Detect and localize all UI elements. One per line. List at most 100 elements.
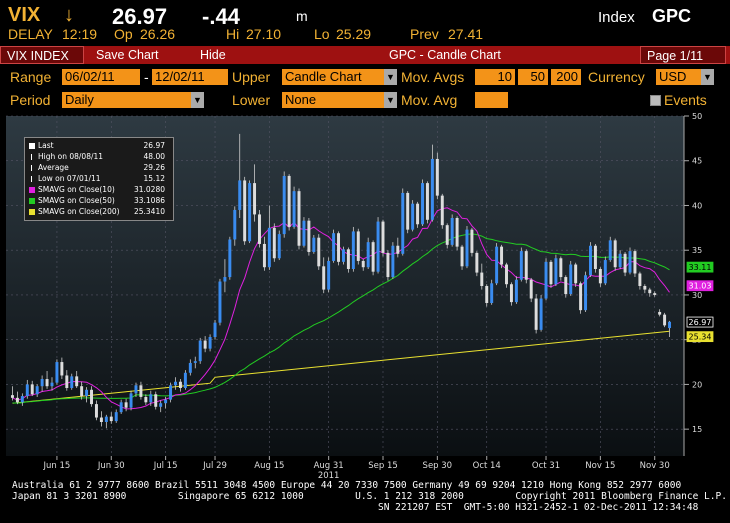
y-tick-label: 30	[692, 291, 702, 300]
candle-body	[361, 260, 365, 268]
candle-body	[623, 253, 627, 273]
chart-legend: Last 26.97 High on 08/08/11 48.00 Average 29.…	[24, 137, 174, 221]
candle-body	[287, 175, 291, 227]
candle-body	[589, 245, 592, 276]
tab-vix-index[interactable]: VIX INDEX	[0, 46, 84, 64]
upper-select[interactable]: Candle Chart ▼	[282, 69, 397, 85]
currency-label: Currency	[588, 69, 645, 85]
events-checkbox[interactable]	[650, 95, 661, 106]
x-tick-label: Oct 31	[532, 461, 560, 471]
candle-body	[549, 261, 553, 285]
candle-body	[485, 286, 489, 303]
candle-body	[75, 376, 79, 387]
candle-body	[238, 180, 242, 210]
save-chart-button[interactable]: Save Chart	[90, 46, 165, 64]
candle-body	[203, 340, 207, 349]
candle-body	[277, 234, 281, 259]
candle-body	[564, 277, 568, 295]
candle-body	[188, 362, 192, 373]
x-tick-label: Jun 30	[97, 461, 125, 471]
candle-body	[460, 246, 464, 267]
x-tick-label: Oct 14	[473, 461, 501, 471]
candle-body	[25, 384, 29, 397]
lower-select-value: None	[285, 92, 317, 107]
ma2-field[interactable]: 50	[518, 69, 548, 85]
upper-select-value: Candle Chart	[285, 69, 362, 84]
legend-value: 31.0280	[133, 185, 165, 194]
ma1-field[interactable]: 10	[475, 69, 515, 85]
price-tag-label: 25.34	[689, 333, 712, 342]
candle-body	[455, 218, 459, 247]
candle-body	[366, 242, 370, 268]
candle-body	[356, 231, 360, 261]
chevron-down-icon: ▼	[384, 92, 397, 108]
candle-body	[376, 221, 380, 272]
y-tick-label: 40	[692, 201, 702, 210]
candle-body	[124, 402, 128, 408]
legend-row: SMAVG on Close(10) 31.0280	[29, 185, 171, 195]
y-tick-label: 15	[692, 425, 702, 434]
candle-body	[129, 393, 133, 408]
x-tick-label: Jul 29	[202, 461, 227, 471]
currency-select[interactable]: USD ▼	[656, 69, 714, 85]
legend-row: SMAVG on Close(200) 25.3410	[29, 207, 171, 217]
candle-body	[164, 399, 168, 404]
candle-body	[603, 260, 607, 284]
candle-body	[509, 284, 513, 303]
footer-line-3: SN 221207 EST GMT-5:00 H321-2452-1 02-De…	[378, 502, 699, 513]
candle-body	[198, 340, 202, 362]
candle-body	[490, 283, 494, 303]
candle-body	[529, 279, 533, 299]
candle-body	[327, 260, 331, 290]
movavg-field[interactable]	[475, 92, 508, 108]
candle-body	[282, 175, 286, 235]
candle-body	[99, 417, 103, 422]
candle-body	[134, 385, 138, 394]
candle-body	[317, 237, 321, 267]
candle-body	[80, 386, 84, 397]
candle-body	[109, 416, 113, 422]
candle-body	[579, 283, 583, 311]
prev-value: 27.41	[448, 26, 484, 42]
candle-body	[411, 203, 415, 230]
low-label: Lo	[314, 26, 330, 42]
candle-body	[598, 269, 602, 284]
high-label: Hi	[226, 26, 240, 42]
period-label: Period	[10, 92, 51, 108]
period-select[interactable]: Daily ▼	[62, 92, 204, 108]
candle-body	[554, 258, 558, 285]
index-code: GPC	[652, 6, 692, 26]
legend-swatch-icon	[29, 198, 35, 204]
chart-title: GPC - Candle Chart	[389, 48, 501, 62]
candle-body	[233, 209, 237, 240]
ma3-field[interactable]: 200	[551, 69, 581, 85]
candle-body	[430, 158, 434, 220]
hide-button[interactable]: Hide	[194, 46, 232, 64]
candle-body	[292, 191, 296, 227]
ticker-symbol: VIX	[8, 4, 41, 26]
page-indicator[interactable]: Page 1/11	[640, 46, 726, 64]
legend-swatch-icon	[31, 154, 35, 160]
y-tick-label: 20	[692, 380, 702, 389]
legend-value: 15.12	[143, 174, 165, 183]
candle-body	[500, 246, 504, 265]
footer-line-2: Japan 81 3 3201 8900 Singapore 65 6212 1…	[12, 491, 727, 502]
candle-body	[174, 381, 177, 386]
x-tick-label: Jul 15	[153, 461, 178, 471]
chevron-down-icon: ▼	[701, 69, 714, 85]
candle-body	[628, 251, 632, 273]
range-to-field[interactable]: 12/02/11	[152, 69, 228, 85]
candle-body	[312, 237, 316, 252]
candle-body	[351, 231, 355, 269]
candle-body	[470, 229, 474, 253]
candle-body	[30, 384, 34, 395]
candle-body	[608, 240, 612, 261]
candle-body	[85, 389, 89, 397]
candle-body	[70, 376, 74, 388]
candle-body	[90, 389, 93, 405]
events-label: Events	[664, 92, 707, 108]
candle-body	[544, 261, 548, 299]
range-from-field[interactable]: 06/02/11	[62, 69, 140, 85]
lower-select[interactable]: None ▼	[282, 92, 397, 108]
candle-body	[322, 266, 326, 290]
